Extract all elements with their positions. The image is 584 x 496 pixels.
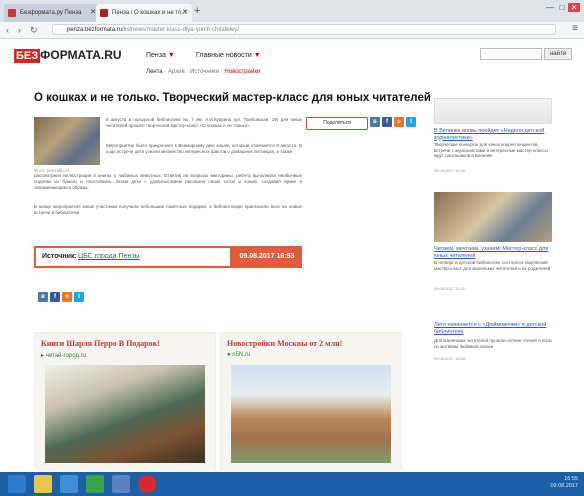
- logo-be: БЕЗ: [14, 49, 41, 63]
- sidebar-news-text: Для маленьких читателей прошли летние чт…: [434, 338, 552, 349]
- main-news-label: Главные новости: [196, 52, 252, 59]
- back-arrow-icon[interactable]: ‹: [6, 24, 9, 36]
- dropdown-arrow-icon: ▼: [253, 52, 261, 59]
- article-paragraph: рассмотрели иллюстрации в книгах о любим…: [34, 173, 302, 190]
- odnoklassniki-icon[interactable]: о: [394, 117, 404, 127]
- odnoklassniki-icon[interactable]: о: [62, 292, 72, 302]
- new-tab-button[interactable]: +: [194, 4, 200, 18]
- share-button[interactable]: Поделиться: [306, 117, 368, 130]
- main-news-menu[interactable]: Главные новости ▼: [196, 52, 261, 59]
- publish-date: 09.08.2017 16:53: [232, 246, 302, 268]
- article-paragraph: Мероприятие было приурочено к Всемирному…: [106, 143, 302, 154]
- facebook-icon[interactable]: f: [50, 292, 60, 302]
- browser-menu-icon[interactable]: ≡: [572, 23, 578, 34]
- logo-text: ФОРМАТА.RU: [40, 48, 122, 62]
- browser-tab[interactable]: Безформата.ру Пенза ✕: [4, 4, 100, 22]
- browser-tab-bar: Безформата.ру Пенза ✕ Пенза / О кошках и…: [0, 0, 584, 22]
- site-search-input[interactable]: [480, 48, 542, 60]
- system-clock[interactable]: 16:55 09.08.2017: [550, 476, 578, 490]
- sidebar-news-link[interactable]: В Белинке вновь пройдет «Неделя детской …: [434, 128, 552, 141]
- close-window-button[interactable]: ✕: [568, 3, 580, 12]
- facebook-icon[interactable]: f: [382, 117, 392, 127]
- file-explorer-icon[interactable]: [34, 475, 52, 493]
- share-bar: Поделиться в f о t: [306, 117, 424, 130]
- source-link[interactable]: ЦБС города Пензы: [78, 253, 140, 260]
- reload-icon[interactable]: ↻: [30, 24, 38, 36]
- favicon-icon: [8, 9, 16, 17]
- media-player-icon[interactable]: [60, 475, 78, 493]
- url-input[interactable]: penza.bezformata.ru/listnews/master-klas…: [52, 24, 556, 35]
- sidebar-news-date: 09.08.2017 12:00: [434, 168, 466, 173]
- city-label: Пенза: [146, 52, 166, 59]
- ad-image[interactable]: [45, 365, 205, 463]
- sidebar-news-text: В четверг в детской библиотеке состоялся…: [434, 260, 551, 271]
- dropdown-arrow-icon: ▼: [167, 52, 175, 59]
- city-selector[interactable]: Пенза ▼: [146, 52, 175, 59]
- ad-source: ▸ читай-город.ru: [41, 353, 86, 359]
- source-box: Источник: ЦБС города Пензы: [34, 246, 232, 268]
- vk-icon[interactable]: в: [38, 292, 48, 302]
- app-icon[interactable]: [112, 475, 130, 493]
- url-host: penza.bezformata.ru: [67, 27, 123, 33]
- article-paragraph: 8 августа в городской библиотеке № 7 им.…: [106, 117, 302, 128]
- opera-icon[interactable]: [138, 475, 156, 493]
- ad-card[interactable]: Новостройки Москвы от 2 млн! ● n5N.ru: [220, 332, 402, 470]
- source-label: Источник:: [42, 253, 77, 260]
- vk-icon[interactable]: в: [370, 117, 380, 127]
- twitter-icon[interactable]: t: [74, 292, 84, 302]
- url-path: /listnews/master-klass-dlya-yunih-chitat…: [122, 27, 240, 33]
- article-photo[interactable]: [34, 117, 100, 165]
- forward-arrow-icon[interactable]: ›: [18, 24, 21, 36]
- sidebar-image[interactable]: [434, 98, 552, 124]
- sidebar-news-link[interactable]: Читаем, мечтаем, узнаем! Мастер-класс дл…: [434, 246, 552, 259]
- start-icon[interactable]: [8, 475, 26, 493]
- nav-newsroom[interactable]: Новостройки: [224, 69, 260, 75]
- window-controls: — □ ✕: [544, 3, 580, 12]
- sidebar-news-link[interactable]: Лето начинается с «Дюймовочки» в детской…: [434, 322, 552, 335]
- clock-time: 16:55: [564, 476, 578, 482]
- tab-label: Пенза / О кошках и не то...: [112, 10, 187, 16]
- sidebar-news-date: 09.08.2017 11:25: [434, 286, 465, 291]
- nav-feed[interactable]: Лента: [146, 69, 163, 75]
- ad-title[interactable]: Новостройки Москвы от 2 млн!: [227, 339, 342, 348]
- tab-label: Безформата.ру Пенза: [20, 10, 82, 16]
- maximize-button[interactable]: □: [556, 3, 568, 12]
- ad-image[interactable]: [231, 365, 391, 463]
- social-buttons: в f о t: [38, 292, 98, 304]
- sub-navigation: Лента · Архив · Источники · Новостройки: [146, 69, 261, 75]
- nav-archive[interactable]: Архив: [168, 69, 185, 75]
- windows-taskbar: 16:55 09.08.2017: [0, 472, 584, 496]
- nav-sources[interactable]: Источники: [190, 69, 219, 75]
- browser-tab-active[interactable]: Пенза / О кошках и не то... ✕: [96, 4, 192, 22]
- favicon-icon: [100, 9, 108, 17]
- close-tab-icon[interactable]: ✕: [182, 4, 188, 22]
- sidebar-news-text: Творческие конкурсы для юных корреспонде…: [434, 142, 548, 158]
- sidebar-news-date: 09.08.2017 10:40: [434, 356, 466, 361]
- chrome-icon[interactable]: [86, 475, 104, 493]
- twitter-icon[interactable]: t: [406, 117, 416, 127]
- ad-source: ● n5N.ru: [227, 352, 251, 358]
- clock-date: 09.08.2017: [550, 483, 578, 489]
- article-title: О кошках и не только. Творческий мастер-…: [34, 92, 431, 104]
- ad-title[interactable]: Книги Шарля Перро В Подарок!: [41, 339, 160, 348]
- address-bar: ‹ › ↻ penza.bezformata.ru/listnews/maste…: [0, 22, 584, 39]
- minimize-button[interactable]: —: [544, 3, 556, 12]
- ad-source-text: n5N.ru: [232, 352, 251, 358]
- site-logo[interactable]: БЕЗ ФОРМАТА.RU: [14, 48, 122, 63]
- ad-source-text: читай-город.ru: [45, 353, 86, 359]
- site-search-button[interactable]: найти: [544, 48, 572, 60]
- sidebar-image[interactable]: [434, 192, 552, 242]
- article-paragraph: В конце мероприятия юные участники получ…: [34, 204, 302, 215]
- ad-card[interactable]: Книги Шарля Перро В Подарок! ▸ читай-гор…: [34, 332, 216, 470]
